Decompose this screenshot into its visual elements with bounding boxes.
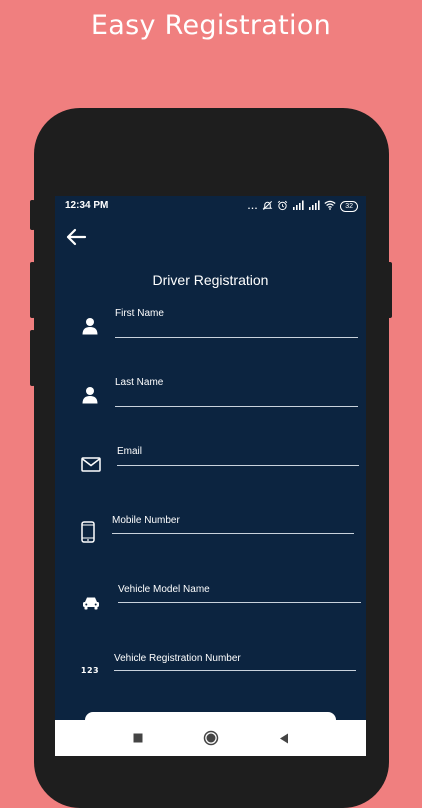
phone-side-button: [30, 262, 35, 318]
envelope-icon: [80, 453, 102, 475]
first-name-input[interactable]: [115, 321, 358, 335]
recent-apps-button[interactable]: [129, 729, 147, 747]
square-icon: [133, 733, 142, 743]
signal-icon: [308, 200, 320, 212]
mobile-number-input[interactable]: [112, 528, 354, 542]
circle-icon: [203, 730, 218, 746]
first-name-underline: [115, 337, 358, 338]
mobile-number-label: Mobile Number: [112, 515, 180, 526]
first-name-label: First Name: [115, 308, 164, 319]
phone-screen: 12:34 PM ... 32 Driver Registration Firs…: [55, 196, 366, 756]
phone-side-button: [387, 262, 392, 318]
phone-side-button: [30, 200, 35, 230]
vehicle-model-name-field[interactable]: Vehicle Model Name: [55, 582, 366, 622]
back-nav-button[interactable]: [275, 729, 293, 747]
banner-title: Easy Registration: [90, 10, 332, 41]
vehicle-model-name-label: Vehicle Model Name: [118, 584, 210, 595]
navigation-bar: [55, 720, 366, 756]
signal-icon: [292, 200, 304, 212]
page-title: Driver Registration: [152, 272, 269, 288]
car-icon: [80, 592, 102, 614]
mobile-number-field[interactable]: Mobile Number: [55, 513, 366, 553]
status-time: 12:34 PM: [65, 200, 109, 211]
last-name-label: Last Name: [115, 377, 164, 388]
notifications-off-icon: [262, 200, 273, 213]
vehicle-registration-number-label: Vehicle Registration Number: [114, 653, 241, 664]
mobile-number-underline: [112, 533, 354, 534]
mobile-phone-icon: [77, 521, 99, 543]
email-field[interactable]: Email: [55, 444, 366, 484]
home-button[interactable]: [202, 729, 220, 747]
last-name-field[interactable]: Last Name: [55, 375, 366, 415]
battery-icon: 32: [340, 200, 358, 212]
phone-side-button: [30, 330, 35, 386]
last-name-underline: [115, 406, 358, 407]
status-bar: 12:34 PM ... 32: [55, 196, 366, 216]
person-icon: [79, 315, 101, 337]
vehicle-registration-number-underline: [114, 670, 356, 671]
arrow-left-icon: [66, 228, 87, 246]
vehicle-model-name-input[interactable]: [118, 597, 361, 611]
wifi-icon: [324, 200, 336, 212]
status-icons: ... 32: [248, 199, 358, 213]
email-input[interactable]: [117, 459, 359, 473]
back-button[interactable]: [63, 224, 89, 250]
number-123-icon: 123: [80, 665, 100, 675]
last-name-input[interactable]: [115, 390, 358, 404]
vehicle-registration-number-input[interactable]: [114, 666, 356, 680]
email-label: Email: [117, 446, 143, 457]
person-icon: [79, 384, 101, 406]
more-dots-icon: ...: [247, 201, 259, 211]
first-name-field[interactable]: First Name: [55, 306, 366, 346]
alarm-icon: [277, 200, 288, 213]
email-underline: [117, 465, 359, 466]
vehicle-registration-number-field[interactable]: 123 Vehicle Registration Number: [55, 651, 366, 691]
triangle-back-icon: [279, 733, 288, 743]
vehicle-model-name-underline: [118, 602, 361, 603]
